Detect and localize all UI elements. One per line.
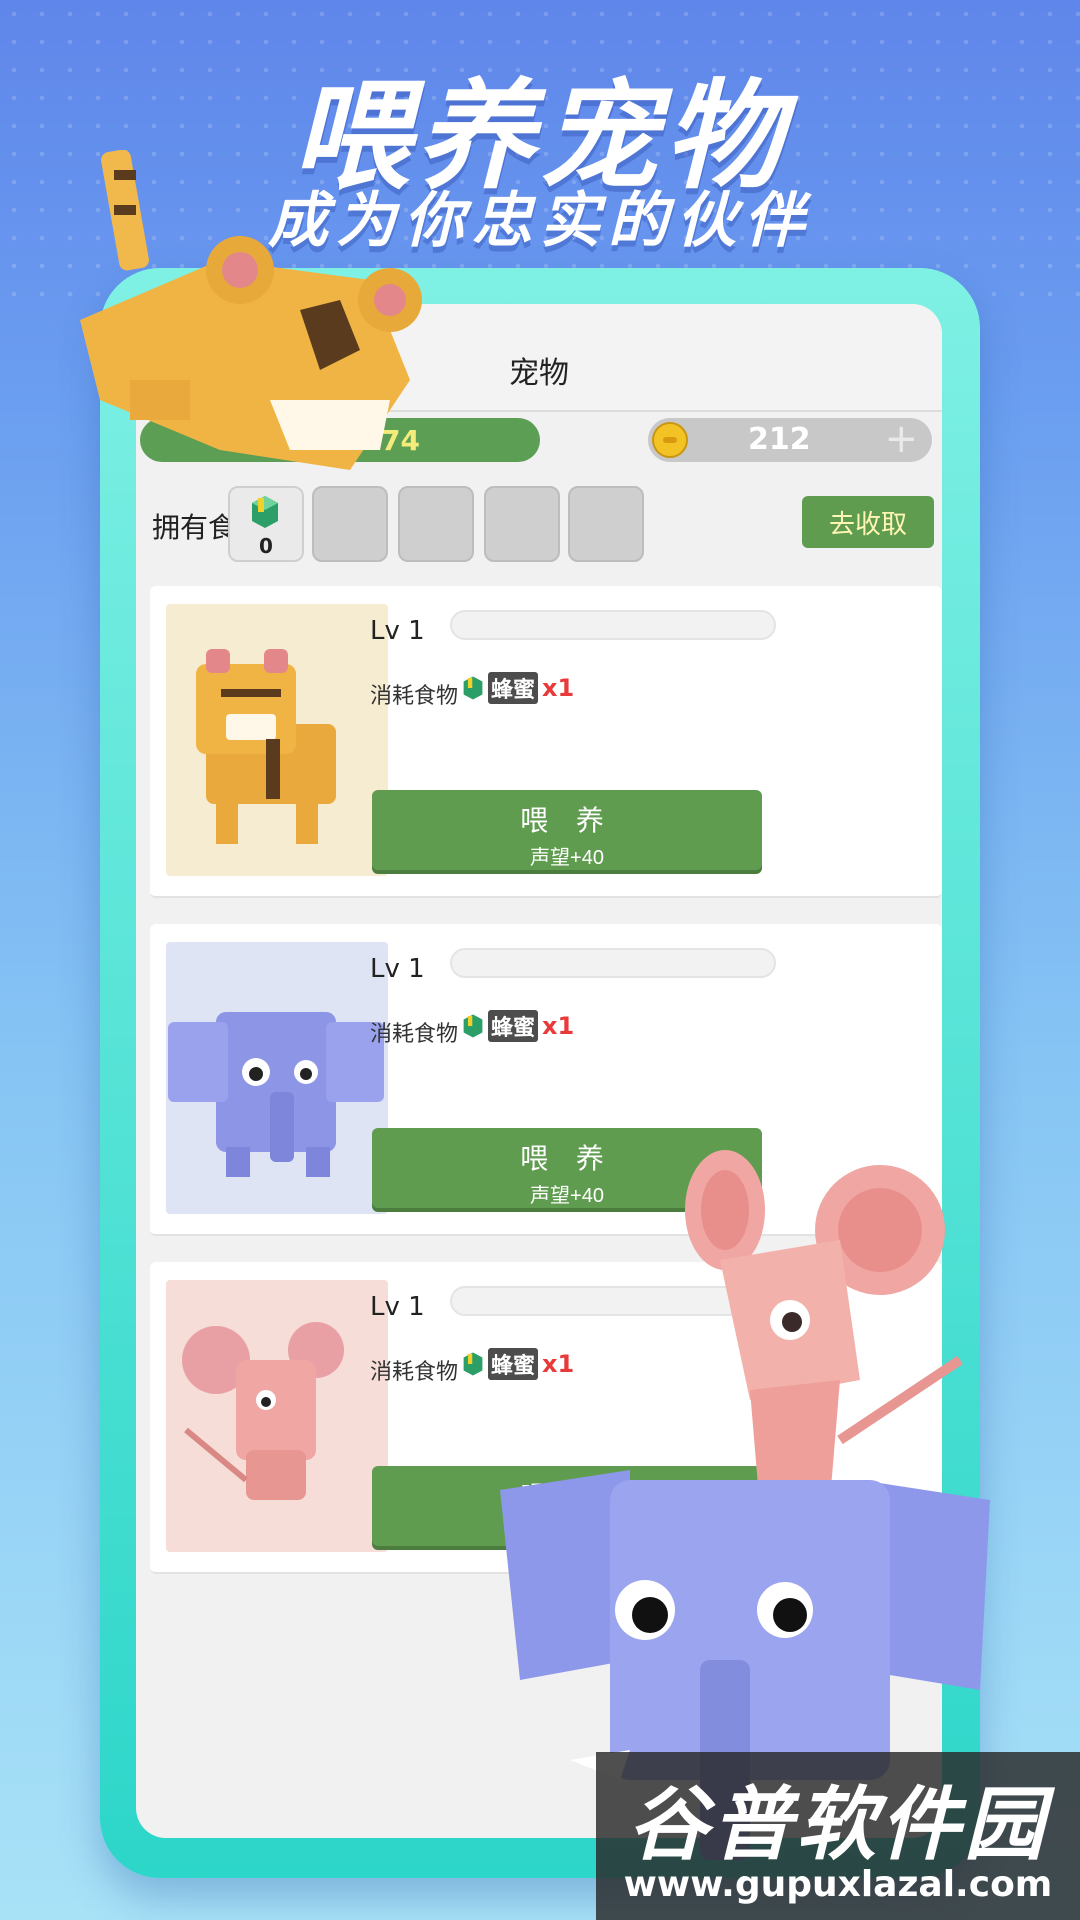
food-name: 蜂蜜 bbox=[488, 672, 539, 704]
tiger-portrait bbox=[166, 604, 388, 876]
honey-icon bbox=[463, 676, 483, 700]
food-slot-empty[interactable] bbox=[312, 486, 388, 562]
level-progress-bar bbox=[450, 610, 776, 640]
food-name: 蜂蜜 bbox=[488, 1010, 539, 1042]
watermark: 谷普软件园 www.gupuxlazal.com bbox=[596, 1752, 1080, 1920]
food-slot-empty[interactable] bbox=[398, 486, 474, 562]
consume-label: 消耗食物 bbox=[370, 684, 459, 709]
coin-bar: 212 + bbox=[648, 416, 932, 462]
coin-count: 212 bbox=[748, 422, 811, 457]
consume-food: 蜂蜜 x1 bbox=[462, 1010, 574, 1042]
food-slot-empty[interactable] bbox=[484, 486, 560, 562]
honey-icon bbox=[463, 1352, 483, 1376]
pet-level: Lv 1 bbox=[370, 616, 425, 646]
collect-food-button[interactable]: 去收取 bbox=[802, 496, 934, 548]
food-qty: x1 bbox=[542, 674, 575, 702]
honey-icon bbox=[463, 1014, 483, 1038]
elephant-portrait bbox=[166, 942, 388, 1214]
food-name: 蜂蜜 bbox=[488, 1348, 539, 1380]
food-slot-count: 0 bbox=[259, 534, 273, 558]
feed-reward: 声望+40 bbox=[530, 847, 604, 869]
watermark-url: www.gupuxlazal.com bbox=[623, 1864, 1053, 1905]
feed-label: 喂 养 bbox=[520, 805, 614, 836]
consume-food: 蜂蜜 x1 bbox=[462, 1348, 574, 1380]
pet-level: Lv 1 bbox=[370, 1292, 425, 1322]
tiger-decoration bbox=[80, 150, 422, 470]
pet-card-tiger: Lv 1 消耗食物 蜂蜜 x1 喂 养 声望+40 bbox=[150, 586, 942, 898]
level-progress-bar bbox=[450, 948, 776, 978]
consume-label: 消耗食物 bbox=[370, 1360, 459, 1385]
food-qty: x1 bbox=[542, 1012, 575, 1040]
pet-level: Lv 1 bbox=[370, 954, 425, 984]
food-slot-honey[interactable]: 0 bbox=[228, 486, 304, 562]
feed-button[interactable]: 喂 养 声望+40 bbox=[372, 790, 762, 870]
consume-label: 消耗食物 bbox=[370, 1022, 459, 1047]
mouse-portrait bbox=[166, 1280, 388, 1552]
consume-food: 蜂蜜 x1 bbox=[462, 672, 574, 704]
food-slot-empty[interactable] bbox=[568, 486, 644, 562]
honey-icon bbox=[252, 496, 278, 528]
add-coins-button[interactable]: + bbox=[884, 416, 918, 462]
watermark-title: 谷普软件园 bbox=[628, 1778, 1048, 1871]
food-qty: x1 bbox=[542, 1350, 575, 1378]
coin-icon bbox=[652, 422, 688, 458]
